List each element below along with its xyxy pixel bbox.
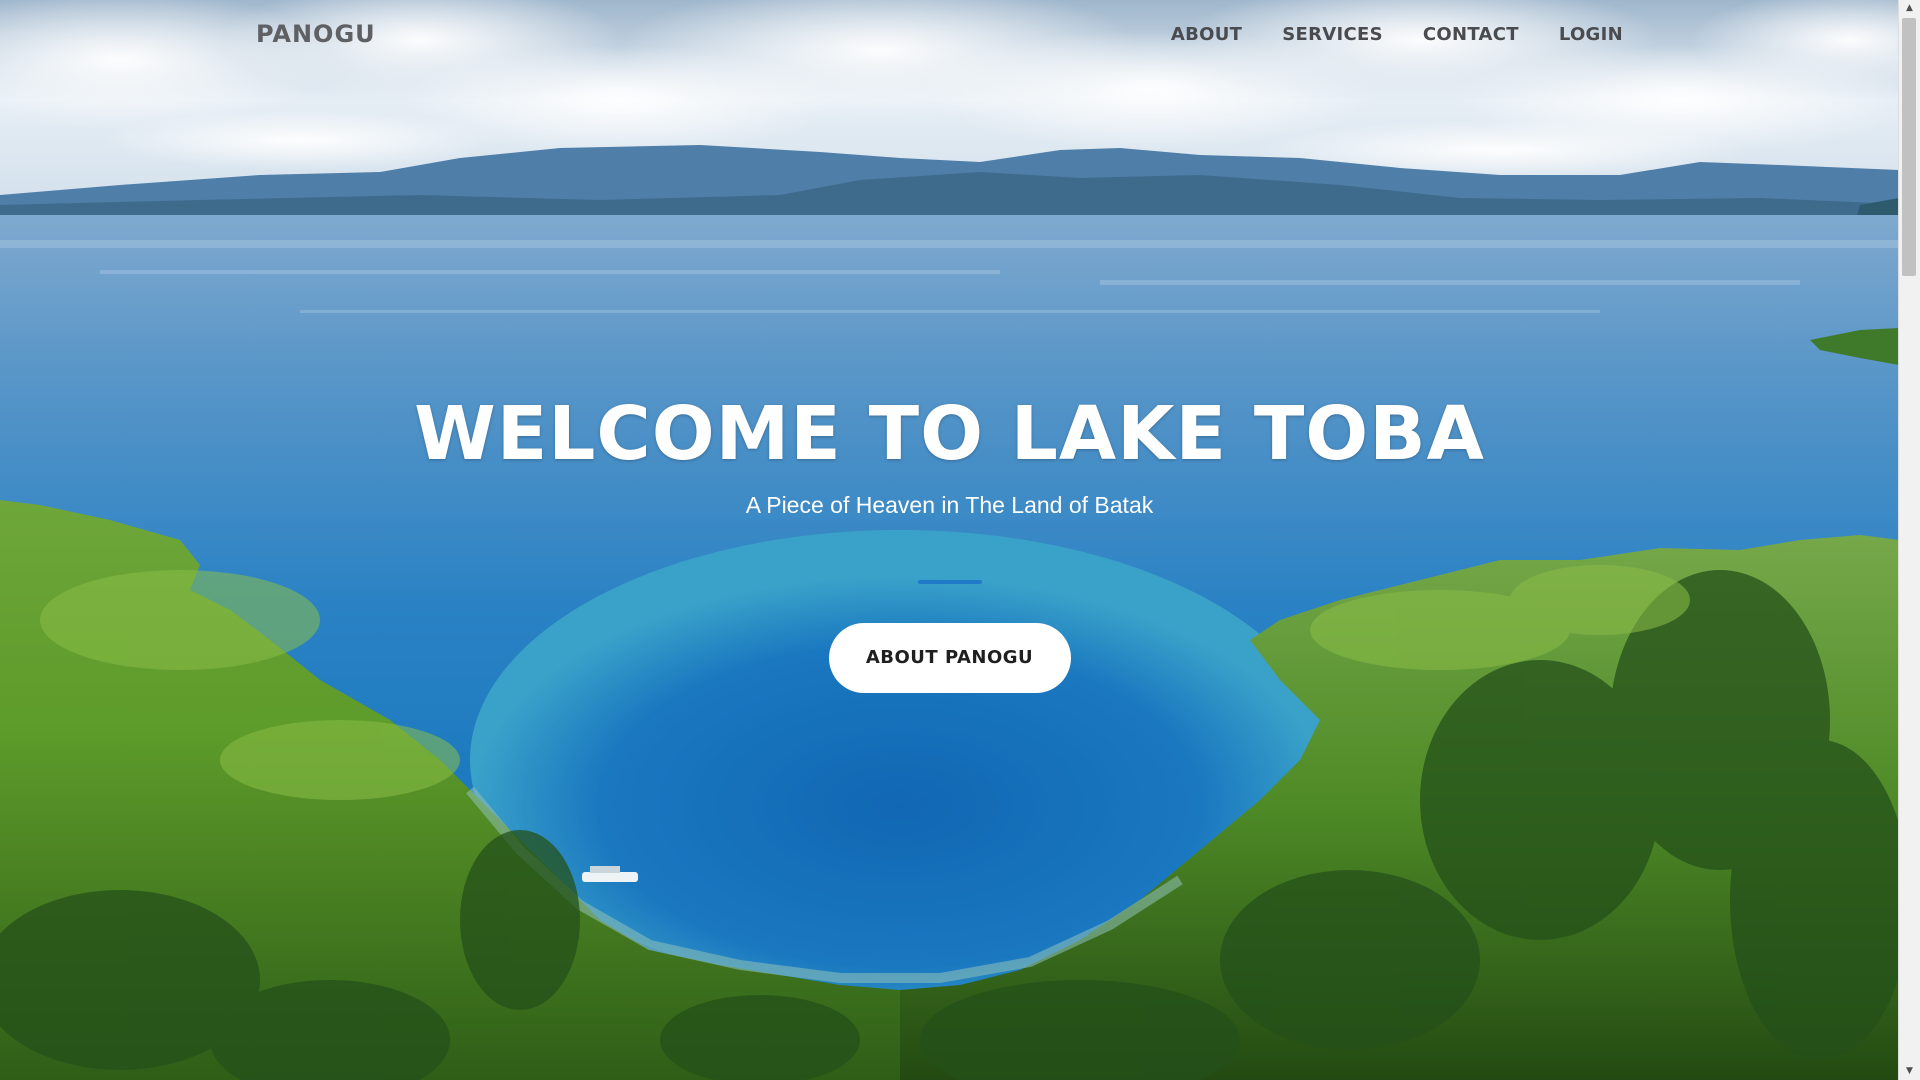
top-navbar: PANOGU ABOUT SERVICES CONTACT LOGIN (0, 0, 1899, 70)
about-panogu-button[interactable]: ABOUT PANOGU (828, 623, 1071, 693)
nav-link-login[interactable]: LOGIN (1559, 24, 1623, 45)
chevron-up-icon[interactable]: ▲ (1899, 0, 1920, 17)
nav-links: ABOUT SERVICES CONTACT LOGIN (1171, 24, 1623, 45)
scrollbar-thumb[interactable] (1902, 18, 1916, 276)
hero-title: WELCOME TO LAKE TOBA (414, 391, 1485, 477)
landing-page: PANOGU ABOUT SERVICES CONTACT LOGIN WELC… (0, 0, 1920, 1080)
hero-section: WELCOME TO LAKE TOBA A Piece of Heaven i… (0, 380, 1899, 693)
page-scrollbar[interactable]: ▲ ▼ (1898, 0, 1920, 1080)
nav-link-services[interactable]: SERVICES (1282, 24, 1383, 45)
hero-subtitle: A Piece of Heaven in The Land of Batak (745, 492, 1154, 518)
nav-link-about[interactable]: ABOUT (1171, 24, 1242, 45)
hero-divider (917, 580, 982, 584)
nav-link-contact[interactable]: CONTACT (1423, 24, 1519, 45)
chevron-down-icon[interactable]: ▼ (1899, 1063, 1920, 1080)
brand-logo[interactable]: PANOGU (256, 20, 376, 48)
